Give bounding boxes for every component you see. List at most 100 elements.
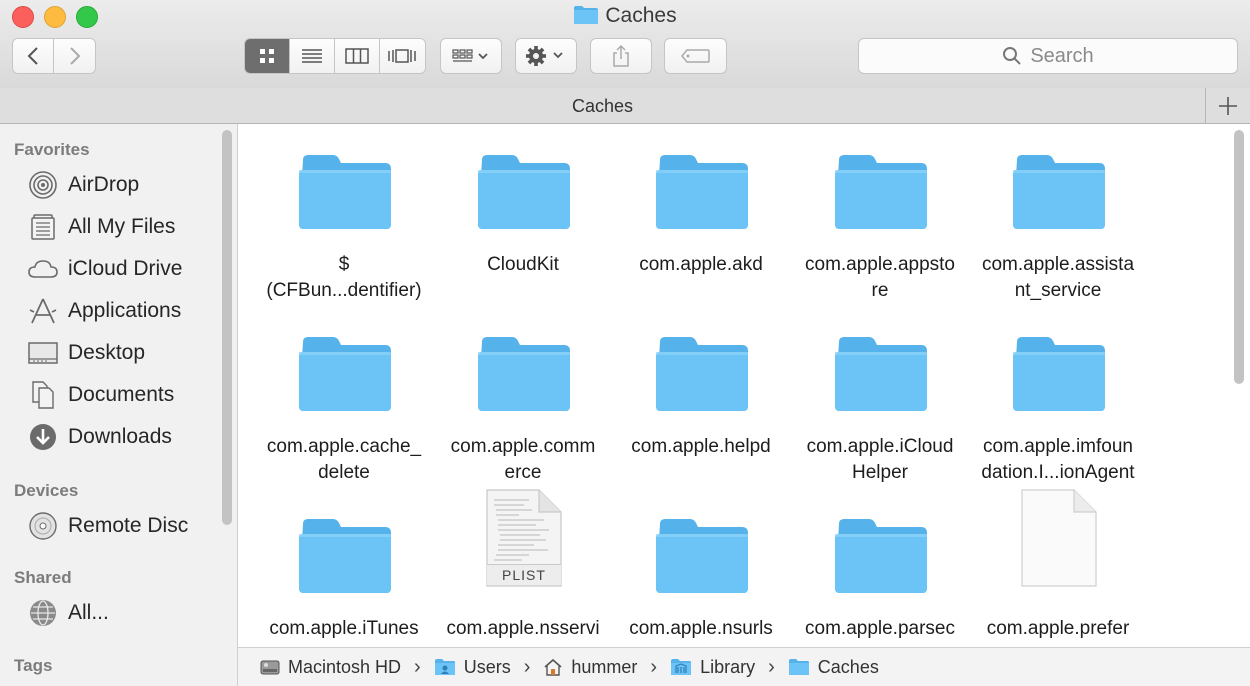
folder-icon (652, 514, 752, 598)
share-button[interactable] (590, 38, 652, 74)
home-icon (543, 658, 563, 676)
sidebar-scrollbar[interactable] (222, 130, 232, 525)
path-item-label: Users (463, 656, 511, 677)
file-name: com.apple.comm erce (450, 436, 596, 483)
path-item-label: hummer (571, 656, 638, 677)
network-icon (26, 597, 60, 629)
action-button[interactable] (515, 38, 577, 74)
cover-flow-button[interactable] (380, 39, 425, 73)
path-item-users[interactable]: Users (434, 657, 511, 678)
folder-icon (652, 150, 752, 234)
path-item-label: Library (700, 656, 756, 677)
path-separator-icon: › (414, 655, 421, 678)
file-item[interactable]: com.apple.prefer (969, 489, 1147, 647)
folder-icon (1009, 332, 1109, 416)
file-item[interactable]: com.apple.akd (612, 146, 790, 326)
tags-button[interactable] (664, 38, 727, 74)
sidebar-item-desktop[interactable]: Desktop (26, 336, 145, 370)
sidebar-item-downloads[interactable]: Downloads (26, 420, 172, 454)
sidebar-item-label: All... (68, 601, 109, 624)
forward-button[interactable] (54, 39, 95, 73)
file-name: com.apple.imfoun dation.I...ionAgent (981, 436, 1135, 483)
sidebar-item-airdrop[interactable]: AirDrop (26, 168, 139, 202)
folder-icon (831, 332, 931, 416)
arrange-button[interactable] (440, 38, 502, 74)
plus-icon (1219, 96, 1237, 115)
column-view-button[interactable] (335, 39, 380, 73)
path-item-library[interactable]: Library (670, 657, 755, 678)
icon-view-button[interactable] (245, 39, 290, 73)
search-field[interactable]: Search (858, 38, 1238, 74)
file-item[interactable]: com.apple.appsto re (791, 146, 969, 326)
list-view-button[interactable] (290, 39, 335, 73)
file-item[interactable]: $ (CFBun...dentifier) (255, 146, 433, 326)
file-name: com.apple.prefer (986, 618, 1130, 639)
finder-window: Caches Search Caches Favorites AirDrop A… (0, 0, 1250, 686)
tag-icon (680, 49, 710, 63)
file-item[interactable]: com.apple.parsec (791, 510, 969, 647)
folder-icon (295, 514, 395, 598)
search-placeholder: Search (1030, 44, 1094, 67)
sidebar-item-label: Documents (68, 383, 175, 406)
file-grid: $ (CFBun...dentifier) CloudKit com.apple… (238, 124, 1250, 647)
path-item-label: Caches (817, 656, 879, 677)
new-tab-button[interactable] (1205, 88, 1250, 123)
sidebar-item-label: Desktop (68, 341, 146, 364)
content-scrollbar[interactable] (1234, 130, 1244, 384)
path-item-caches[interactable]: Caches (788, 657, 879, 678)
sidebar-item-applications[interactable]: Applications (26, 294, 181, 328)
plist-file-icon: PLIST (474, 488, 574, 588)
columns-icon (345, 48, 369, 64)
back-button[interactable] (13, 39, 55, 73)
sidebar-section-devices: Devices (14, 481, 79, 500)
disc-icon (26, 510, 60, 542)
folder-icon (788, 658, 810, 676)
view-mode-control (244, 38, 426, 74)
airdrop-icon (26, 169, 60, 201)
sidebar-item-all-shared[interactable]: All... (26, 596, 109, 630)
file-type-badge: PLIST (487, 564, 561, 585)
file-item[interactable]: com.apple.cache_ delete (255, 328, 433, 508)
window-title-text: Caches (605, 4, 677, 27)
path-separator-icon: › (523, 655, 531, 678)
file-item[interactable]: com.apple.nsurls (612, 510, 790, 647)
desktop-icon (26, 337, 60, 369)
sidebar-item-label: All My Files (68, 215, 176, 238)
file-name: com.apple.parsec (805, 618, 955, 639)
file-item[interactable]: com.apple.assista nt_service (969, 146, 1147, 326)
file-name: com.apple.nsservi (446, 618, 600, 639)
arrange-icon (452, 49, 488, 62)
tab-bar: Caches (0, 88, 1250, 124)
folder-icon (474, 150, 574, 234)
sidebar-item-icloud-drive[interactable]: iCloud Drive (26, 252, 182, 286)
tab-title[interactable]: Caches (0, 96, 1205, 117)
file-item[interactable]: com.apple.helpd (612, 328, 790, 508)
gear-icon (526, 46, 563, 66)
folder-icon (295, 150, 395, 234)
file-name: CloudKit (487, 254, 559, 275)
file-item[interactable]: CloudKit (434, 146, 612, 326)
nav-buttons (12, 38, 96, 74)
sidebar: Favorites AirDrop All My Files iCloud Dr… (0, 124, 238, 686)
file-item[interactable]: com.apple.imfoun dation.I...ionAgent (969, 328, 1147, 508)
path-item-hummer[interactable]: hummer (543, 657, 637, 678)
file-item[interactable]: com.apple.comm erce (434, 328, 612, 508)
sidebar-item-all-my-files[interactable]: All My Files (26, 210, 175, 244)
window-title: Caches (0, 4, 1250, 28)
sidebar-item-documents[interactable]: Documents (26, 378, 174, 412)
library-folder-icon (670, 658, 692, 676)
folder-icon (1009, 150, 1109, 234)
downloads-icon (26, 421, 60, 453)
file-item[interactable]: PLIST com.apple.nsservi (434, 489, 612, 647)
sidebar-item-label: Applications (68, 299, 182, 322)
path-item-macintosh-hd[interactable]: Macintosh HD (260, 657, 401, 678)
file-name: com.apple.nsurls (629, 618, 773, 639)
file-item[interactable]: com.apple.iCloud Helper (791, 328, 969, 508)
file-item[interactable]: com.apple.iTunes (255, 510, 433, 647)
sidebar-item-remote-disc[interactable]: Remote Disc (26, 509, 188, 543)
file-name: com.apple.cache_ delete (266, 436, 422, 483)
folder-icon (295, 332, 395, 416)
document-icon (1009, 488, 1109, 588)
folder-icon (831, 150, 931, 234)
grid-icon (260, 49, 274, 63)
